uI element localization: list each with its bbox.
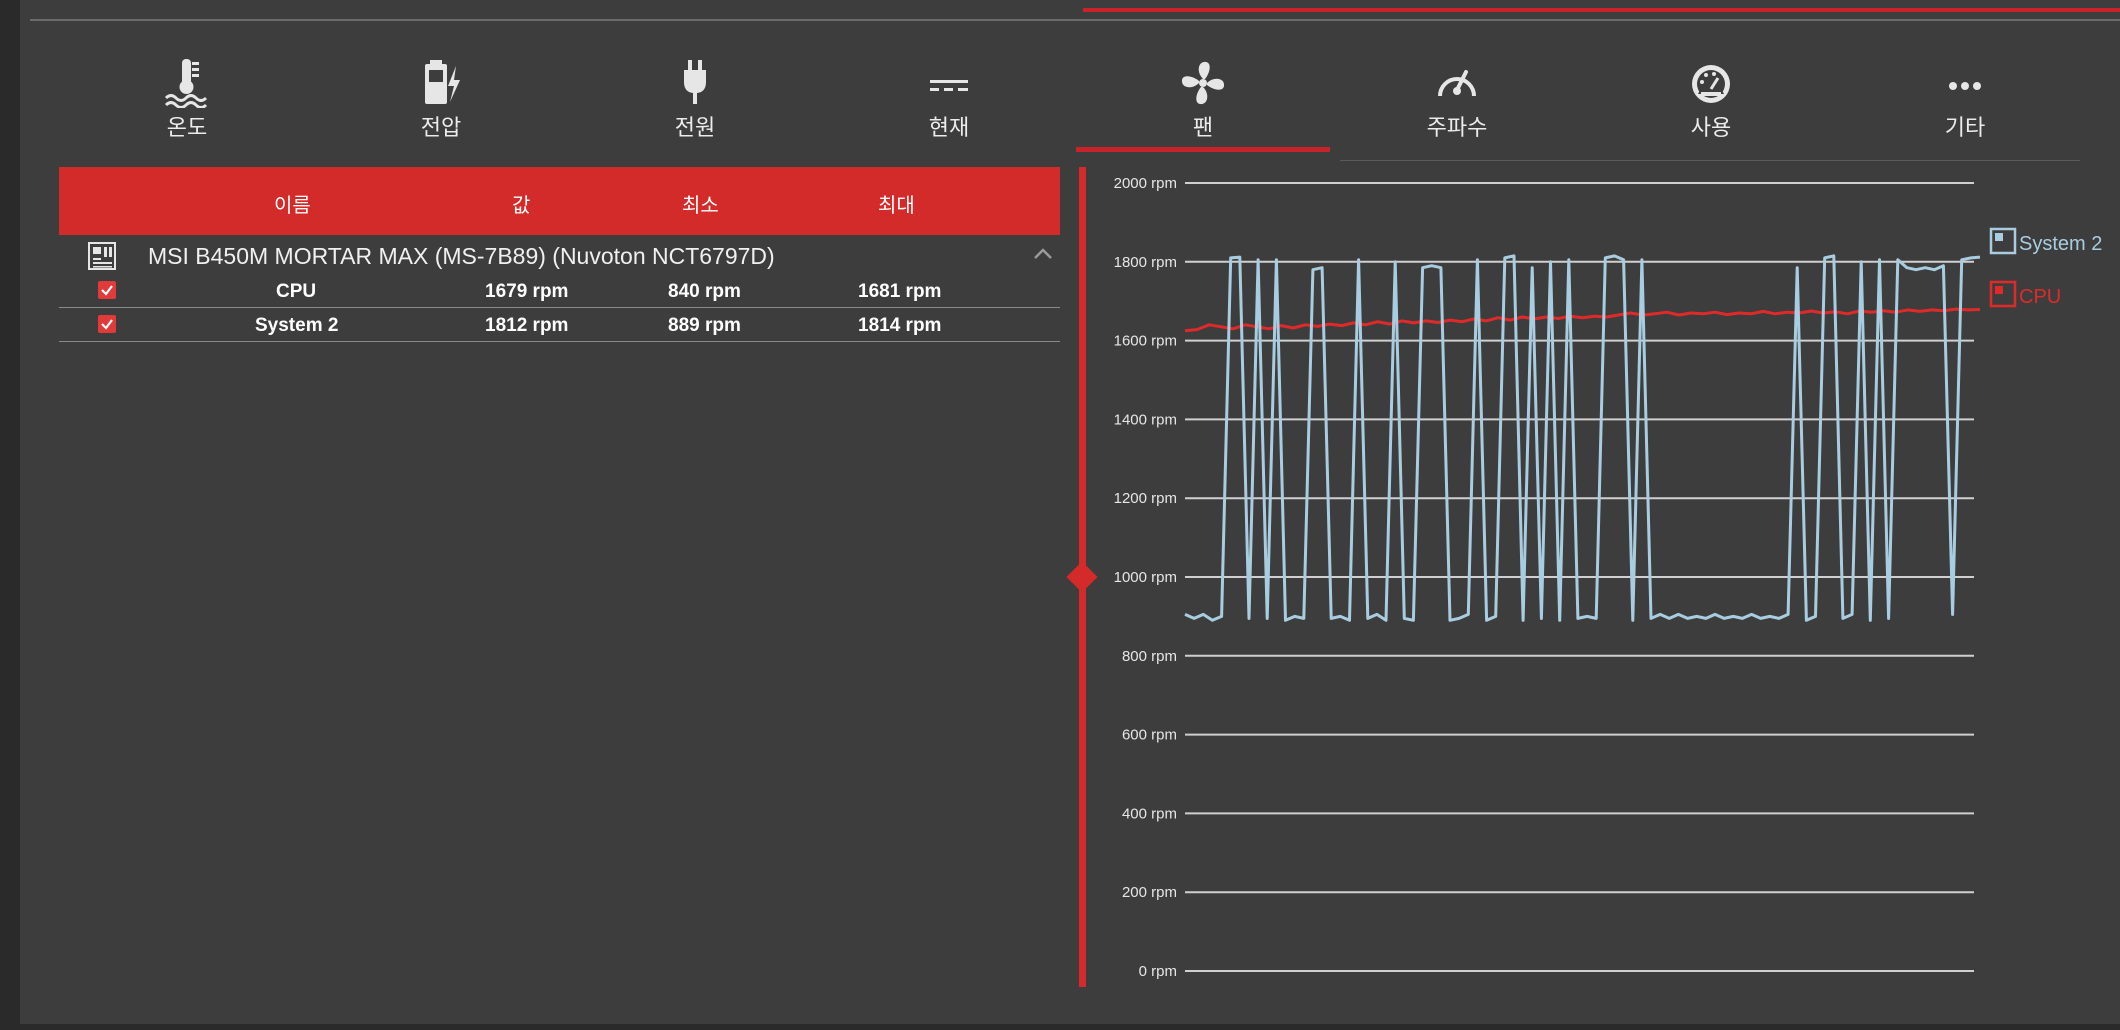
y-tick-label: 600 rpm — [1122, 727, 1177, 744]
dashboard-icon — [1584, 58, 1838, 110]
sensor-name: System 2 — [255, 315, 339, 336]
sensor-max: 1681 rpm — [858, 281, 942, 302]
tab-power[interactable]: 전원 — [568, 58, 822, 150]
sensor-max: 1814 rpm — [858, 315, 942, 336]
y-tick-label: 1800 rpm — [1114, 254, 1177, 271]
battery-bolt-icon — [314, 58, 568, 110]
tab-label: 전압 — [420, 115, 462, 140]
legend-item[interactable]: CPU — [1989, 280, 2061, 308]
hwinfo-window: 온도 전압 전원 현재 팬 주파수 사용 기타 이름 값 최소 최대 MSI B… — [0, 0, 2120, 1030]
y-tick-label: 200 rpm — [1122, 884, 1177, 901]
legend-label: System 2 — [2019, 233, 2102, 255]
device-name: MSI B450M MORTAR MAX (MS-7B89) (Nuvoton … — [148, 243, 775, 269]
legend-item[interactable]: System 2 — [1989, 227, 2102, 255]
motherboard-icon — [87, 241, 117, 271]
y-tick-label: 800 rpm — [1122, 648, 1177, 665]
y-tick-label: 1400 rpm — [1114, 411, 1177, 428]
legend-label: CPU — [2019, 286, 2061, 308]
column-header-value[interactable]: 값 — [512, 189, 530, 218]
tab-voltage[interactable]: 전압 — [314, 58, 568, 150]
table-row[interactable]: System 2 1812 rpm 889 rpm 1814 rpm — [59, 308, 1060, 342]
sensor-checkbox[interactable] — [98, 315, 116, 333]
sensor-min: 889 rpm — [668, 315, 741, 336]
y-tick-label: 0 rpm — [1139, 963, 1177, 980]
column-header-max[interactable]: 최대 — [878, 189, 915, 218]
tab-fan[interactable]: 팬 — [1076, 58, 1330, 152]
tab-label: 전원 — [674, 115, 716, 140]
tabs-underline — [1340, 160, 2080, 161]
tab-temperature[interactable]: 온도 — [60, 58, 314, 150]
tab-label: 주파수 — [1426, 115, 1488, 140]
y-tick-label: 400 rpm — [1122, 805, 1177, 822]
top-divider — [30, 19, 2120, 21]
series-line-system-2 — [1184, 254, 1981, 622]
sensor-value: 1679 rpm — [485, 281, 569, 302]
motherboard-icon-chip — [1995, 286, 2003, 294]
column-header-min[interactable]: 최소 — [682, 189, 719, 218]
thermometer-icon — [60, 58, 314, 110]
tab-other[interactable]: 기타 — [1838, 58, 2092, 150]
tab-usage[interactable]: 사용 — [1584, 58, 1838, 150]
sensor-checkbox[interactable] — [98, 281, 116, 299]
tab-label: 기타 — [1944, 115, 1986, 140]
y-tick-label: 1200 rpm — [1114, 490, 1177, 507]
window-bottom-border — [0, 1024, 2120, 1030]
device-group-row[interactable]: MSI B450M MORTAR MAX (MS-7B89) (Nuvoton … — [59, 237, 1060, 275]
sensor-value: 1812 rpm — [485, 315, 569, 336]
sensor-min: 840 rpm — [668, 281, 741, 302]
table-row[interactable]: CPU 1679 rpm 840 rpm 1681 rpm — [59, 274, 1060, 308]
ellipsis-icon — [1838, 58, 2092, 110]
dc-current-icon — [822, 58, 1076, 110]
y-tick-label: 1000 rpm — [1114, 569, 1177, 586]
tab-label: 팬 — [1192, 115, 1214, 140]
tab-label: 사용 — [1690, 115, 1732, 140]
collapse-chevron-icon[interactable] — [1030, 243, 1056, 265]
plug-icon — [568, 58, 822, 110]
category-tabs: 온도 전압 전원 현재 팬 주파수 사용 기타 — [60, 58, 2080, 152]
sensor-table-header: 이름 값 최소 최대 — [59, 167, 1060, 235]
sensor-name: CPU — [276, 281, 317, 302]
splitter-handle[interactable] — [1066, 561, 1098, 593]
y-tick-label: 1600 rpm — [1114, 333, 1177, 350]
top-accent-bar — [1083, 8, 2120, 12]
gauge-icon — [1330, 58, 1584, 110]
tab-label: 현재 — [928, 115, 970, 140]
fan-speed-chart: 2000 rpm 1800 rpm 1600 rpm 1400 rpm 1200 rpm… — [1114, 175, 2103, 980]
tab-frequency[interactable]: 주파수 — [1330, 58, 1584, 150]
tab-label: 온도 — [166, 115, 208, 140]
y-tick-label: 2000 rpm — [1114, 175, 1177, 192]
column-header-name[interactable]: 이름 — [274, 189, 311, 218]
motherboard-icon-chip — [1995, 233, 2003, 241]
window-left-border — [0, 0, 20, 1030]
fan-icon — [1076, 58, 1330, 110]
tab-current[interactable]: 현재 — [822, 58, 1076, 150]
